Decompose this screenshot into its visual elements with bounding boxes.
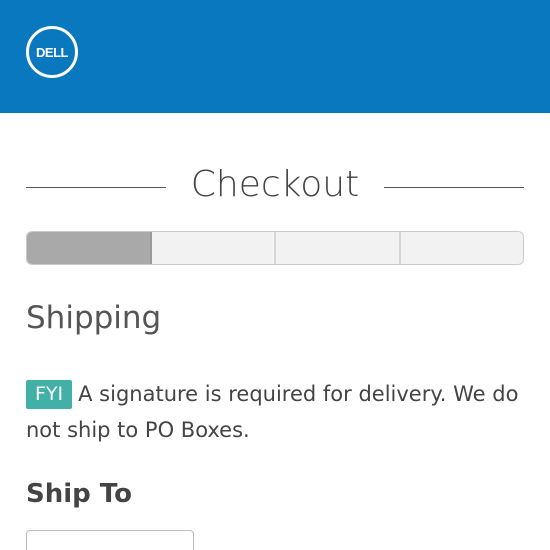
progress-step-3 — [276, 232, 401, 264]
shipping-notice: FYI A signature is required for delivery.… — [26, 376, 526, 448]
page-title: Checkout — [190, 164, 360, 205]
fyi-badge: FYI — [26, 380, 73, 409]
progress-step-4 — [400, 232, 523, 264]
ship-to-label: Ship To — [26, 479, 132, 509]
checkout-progress-bar — [26, 231, 524, 265]
progress-step-1 — [27, 232, 152, 264]
progress-step-2 — [151, 232, 276, 264]
title-divider-right — [384, 187, 524, 188]
dell-logo[interactable]: DELL — [26, 26, 78, 78]
title-divider-left — [26, 187, 166, 188]
ship-to-dropdown[interactable] — [26, 530, 194, 550]
site-header: DELL — [0, 0, 550, 113]
checkout-title-row: Checkout — [26, 160, 524, 216]
section-title-shipping: Shipping — [26, 300, 162, 336]
notice-text: A signature is required for delivery. We… — [26, 382, 519, 442]
